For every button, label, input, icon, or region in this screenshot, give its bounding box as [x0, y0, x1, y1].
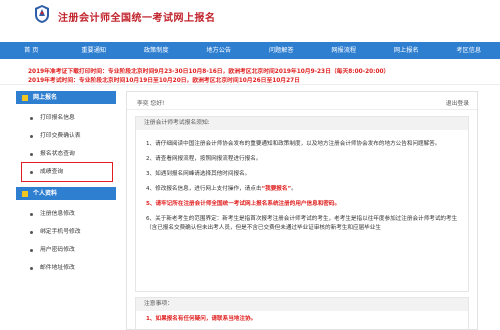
- sidebar-section-label: 个人资料: [33, 190, 58, 197]
- registration-notice-box: 注册会计师考试报名须知: 1、请仔细阅读中国注册会计师协会发布的重要通知和政策制…: [135, 116, 469, 292]
- cicpa-logo-icon: [35, 5, 49, 23]
- nav-online-registration[interactable]: 网上报名: [375, 42, 438, 59]
- sidebar-item-edit-email[interactable]: 邮件地址修改: [16, 259, 116, 277]
- sidebar-item-print-registration[interactable]: 打印报名信息: [16, 109, 116, 127]
- notice-bar: 2019年准考证下载打印时间：专业阶段北京时间9月23-30日10月8-16日，…: [0, 61, 500, 85]
- note-item-1: 1、如果报名有任何疑问，请联系当地注协。: [146, 316, 257, 322]
- notice-item-1: 1、请仔细阅读中国注册会计师协会发布的重要通知和政策制度，以及地方注册会计师协会…: [146, 141, 441, 147]
- bullet-icon: [30, 135, 33, 138]
- nav-faq[interactable]: 问题解答: [250, 42, 313, 59]
- sidebar-item-label: 打印报名信息: [40, 115, 75, 121]
- sidebar-item-status-query[interactable]: 报名状态查询: [16, 145, 116, 163]
- sidebar-item-print-payment-form[interactable]: 打印交费确认表: [16, 127, 116, 145]
- logout-link[interactable]: 退出登录: [446, 98, 469, 107]
- sidebar-item-score-query[interactable]: 成绩查询: [21, 162, 113, 182]
- sidebar-item-label: 成绩查询: [40, 169, 64, 175]
- bullet-icon: [30, 267, 33, 270]
- notice-item-4-text: 4、修改报名信息，进行网上支付操作，请点击: [146, 186, 262, 192]
- notice-item-6: 6、关于新老考生的范围界定：新考生是指首次报考注册会计师考试的考生，老考生是指以…: [146, 216, 458, 231]
- user-bar: 李奕 您好! 退出登录: [127, 92, 477, 110]
- sidebar-section-label: 网上报名: [33, 94, 58, 101]
- sidebar-item-label: 注册信息修改: [40, 211, 75, 217]
- bullet-icon: [30, 249, 33, 252]
- sidebar-item-label: 打印交费确认表: [40, 133, 81, 139]
- main-nav: 首 页 重要通知 政策制度 地方公告 问题解答 网报流程 网上报名 考区信息: [0, 42, 500, 59]
- notice-item-4-end: 。: [291, 186, 297, 192]
- notice-item-5: 5、请牢记所在注册会计师全国统一考试网上报名系统注册的用户信息和密码。: [146, 201, 341, 207]
- nav-policies[interactable]: 政策制度: [125, 42, 188, 59]
- register-link[interactable]: “我要报名”: [261, 186, 291, 192]
- user-greeting: 李奕 您好!: [137, 101, 165, 107]
- notes-box: 注意事项： 1、如果报名有任何疑问，请联系当地注协。: [135, 297, 469, 330]
- bullet-icon: [30, 153, 33, 156]
- sidebar-item-label: 绑定手机号修改: [40, 229, 81, 235]
- sidebar-item-label: 用户密码修改: [40, 247, 75, 253]
- sidebar-item-edit-registration[interactable]: 注册信息修改: [16, 205, 116, 223]
- sidebar-section-registration: 网上报名: [16, 91, 116, 104]
- nav-local-announcements[interactable]: 地方公告: [188, 42, 251, 59]
- bullet-icon: [30, 117, 33, 120]
- square-icon: [22, 190, 28, 197]
- notice-item-4: 4、修改报名信息，进行网上支付操作，请点击“我要报名”。: [146, 185, 458, 194]
- sidebar-list-profile: 注册信息修改 绑定手机号修改 用户密码修改 邮件地址修改: [16, 200, 116, 283]
- sidebar-item-edit-phone[interactable]: 绑定手机号修改: [16, 223, 116, 241]
- notice-item-2: 2、请查看网报流程，按照网报流程进行报名。: [146, 156, 262, 162]
- nav-home[interactable]: 首 页: [0, 42, 63, 59]
- sidebar-item-label: 邮件地址修改: [40, 265, 75, 271]
- sidebar-list-registration: 打印报名信息 打印交费确认表 报名状态查询 成绩查询: [16, 104, 116, 187]
- notice-item-3: 3、如遇到报名网峰请选择其他时间报名。: [146, 171, 251, 177]
- header: 注册会计师全国统一考试网上报名: [0, 0, 500, 40]
- nav-registration-process[interactable]: 网报流程: [313, 42, 376, 59]
- bullet-icon: [30, 231, 33, 234]
- sidebar-item-edit-password[interactable]: 用户密码修改: [16, 241, 116, 259]
- site-title: 注册会计师全国统一考试网上报名: [58, 13, 216, 24]
- nav-exam-areas[interactable]: 考区信息: [438, 42, 500, 59]
- bullet-icon: [30, 213, 33, 216]
- nav-important-notices[interactable]: 重要通知: [63, 42, 126, 59]
- main-panel: 李奕 您好! 退出登录 注册会计师考试报名须知: 1、请仔细阅读中国注册会计师协…: [126, 91, 478, 330]
- sidebar: 网上报名 打印报名信息 打印交费确认表 报名状态查询 成绩查询 个人资料 注册信…: [16, 91, 116, 330]
- notice-items: 1、请仔细阅读中国注册会计师协会发布的重要通知和政策制度，以及地方注册会计师协会…: [136, 130, 468, 233]
- sidebar-item-label: 报名状态查询: [40, 151, 75, 157]
- notes-title: 注意事项：: [136, 298, 468, 311]
- notice-exam-time: 2019年考试时间：专业阶段北京时间10月19日至10月20日，欧洲考区北京时间…: [28, 78, 300, 84]
- square-icon: [22, 94, 28, 101]
- registration-notice-title: 注册会计师考试报名须知:: [136, 117, 468, 130]
- sidebar-section-profile: 个人资料: [16, 187, 116, 200]
- notice-admission-ticket: 2019年准考证下载打印时间：专业阶段北京时间9月23-30日10月8-16日，…: [28, 69, 390, 75]
- bullet-icon: [30, 171, 33, 174]
